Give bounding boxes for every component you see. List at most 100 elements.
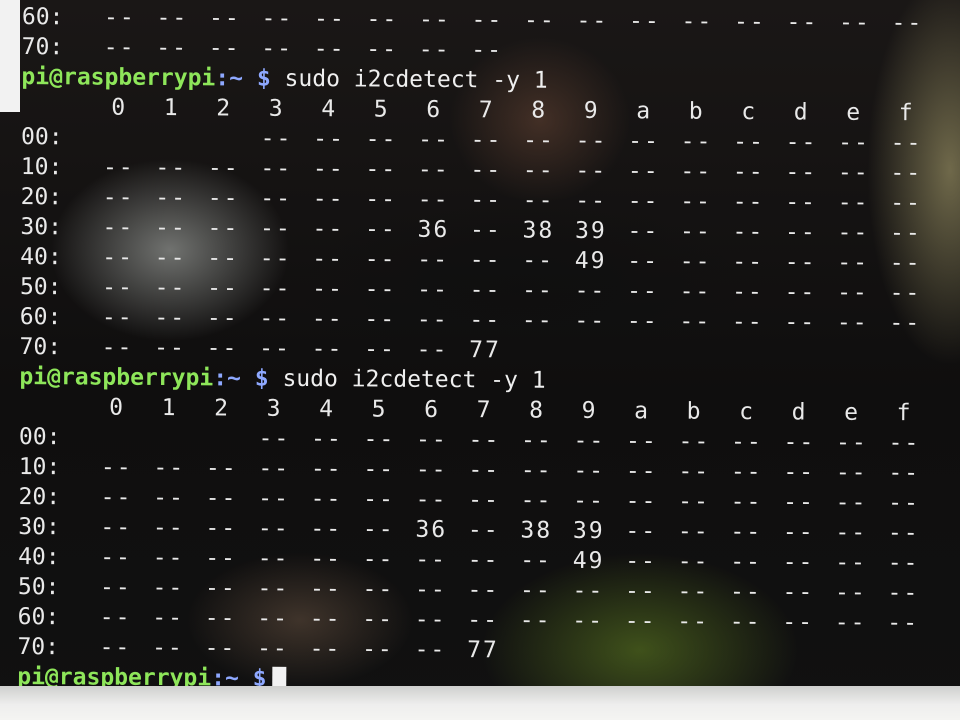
row-label: 60: <box>21 3 64 31</box>
empty-address-cell: -- <box>313 126 345 153</box>
column-header: 3 <box>268 95 285 122</box>
empty-address-cell: -- <box>99 634 132 661</box>
empty-address-cell: -- <box>467 607 500 634</box>
row-label: 70: <box>17 633 60 661</box>
empty-address-cell: -- <box>260 125 293 152</box>
empty-address-cell: -- <box>887 610 920 637</box>
empty-address-cell: -- <box>205 515 238 542</box>
empty-address-cell: -- <box>259 245 292 272</box>
device-address-cell: 49 <box>572 547 605 575</box>
empty-address-cell: -- <box>414 606 447 633</box>
empty-address-cell: -- <box>100 454 133 481</box>
device-address-cell: 36 <box>415 516 448 543</box>
column-header: 1 <box>163 94 180 122</box>
empty-address-cell: -- <box>312 246 345 273</box>
empty-address-cell: -- <box>418 6 451 33</box>
empty-address-cell: -- <box>205 455 238 482</box>
empty-address-cell: -- <box>680 128 713 155</box>
empty-address-cell: -- <box>362 516 395 543</box>
empty-address-cell <box>202 423 242 453</box>
column-header: 2 <box>214 395 231 422</box>
empty-address-cell: -- <box>470 157 503 184</box>
prompt-path: :~ $ <box>213 365 269 392</box>
empty-address-cell: -- <box>889 280 922 307</box>
empty-address-cell: -- <box>259 305 292 332</box>
empty-address-cell: -- <box>364 216 397 243</box>
empty-address-cell: -- <box>154 304 187 332</box>
monitor-bezel-left <box>0 0 20 112</box>
empty-address-cell: -- <box>680 188 713 215</box>
device-address-cell: 39 <box>574 217 607 245</box>
device-address-cell: 38 <box>520 517 553 544</box>
empty-address-cell: -- <box>258 485 290 512</box>
empty-address-cell: -- <box>418 36 451 63</box>
column-header: 6 <box>424 396 441 423</box>
empty-address-cell: -- <box>468 427 501 454</box>
empty-address-cell: -- <box>99 604 132 631</box>
empty-address-cell: -- <box>467 517 500 544</box>
empty-address-cell: -- <box>576 7 609 35</box>
empty-address-cell: -- <box>677 518 710 545</box>
empty-address-cell: -- <box>625 548 658 575</box>
empty-address-cell: -- <box>834 609 867 636</box>
empty-address-cell: -- <box>679 218 712 245</box>
empty-address-cell: -- <box>519 607 552 634</box>
empty-address-cell: -- <box>520 487 553 514</box>
device-address-cell: 77 <box>469 337 502 364</box>
column-header: 1 <box>161 394 178 422</box>
empty-address-cell: -- <box>155 154 188 182</box>
empty-address-cell: -- <box>887 580 920 607</box>
row-label: 20: <box>20 183 63 211</box>
empty-address-cell: -- <box>418 126 450 153</box>
empty-address-cell: -- <box>152 634 184 662</box>
device-address-cell: 36 <box>417 216 450 243</box>
device-address-cell: 39 <box>572 517 605 545</box>
column-header: 8 <box>531 97 548 124</box>
empty-address-cell: -- <box>572 607 605 635</box>
empty-address-cell: -- <box>469 247 502 274</box>
empty-address-cell: -- <box>626 308 659 335</box>
empty-address-cell: -- <box>837 219 870 246</box>
terminal-window[interactable]: 60: -- -- -- -- -- -- -- -- -- -- -- -- -- -- -- -- 70: --… <box>17 2 942 698</box>
empty-address-cell: -- <box>471 37 504 64</box>
empty-address-cell: -- <box>312 156 345 183</box>
empty-address-cell: -- <box>312 216 345 243</box>
empty-address-cell: -- <box>837 159 870 186</box>
empty-address-cell: -- <box>887 550 920 577</box>
empty-address-cell: -- <box>364 246 397 273</box>
empty-address-cell: -- <box>624 578 657 605</box>
column-header: 4 <box>319 396 336 423</box>
empty-address-cell: -- <box>207 155 240 182</box>
photo-of-monitor: 60: -- -- -- -- -- -- -- -- -- -- -- -- -- -- -- -- 70: --… <box>0 0 960 720</box>
empty-address-cell <box>99 123 139 153</box>
column-header: d <box>793 99 810 126</box>
column-header: 6 <box>426 96 443 123</box>
empty-address-cell: -- <box>414 636 447 663</box>
empty-address-cell: -- <box>469 277 502 304</box>
row-label: 70: <box>19 333 62 361</box>
empty-address-cell: -- <box>468 457 501 484</box>
row-label: 20: <box>18 483 61 511</box>
empty-address-cell: -- <box>522 187 555 214</box>
empty-address-cell: -- <box>573 487 605 515</box>
empty-address-cell: -- <box>732 158 765 186</box>
column-header: 4 <box>321 96 338 123</box>
empty-address-cell: -- <box>625 458 658 485</box>
empty-address-cell: -- <box>783 459 816 486</box>
empty-address-cell: -- <box>364 306 397 333</box>
empty-address-cell: -- <box>628 8 661 35</box>
row-label: 10: <box>20 153 63 181</box>
prompt-path: :~ $ <box>215 65 271 92</box>
empty-address-cell: -- <box>467 577 500 604</box>
empty-address-cell: -- <box>257 545 290 572</box>
empty-address-cell: -- <box>365 156 398 183</box>
empty-address-cell: -- <box>835 429 868 456</box>
column-header: a <box>634 398 651 425</box>
empty-address-cell: -- <box>784 309 817 336</box>
empty-address-cell: -- <box>204 605 237 632</box>
empty-address-cell: -- <box>625 428 658 455</box>
empty-address-cell: -- <box>309 576 342 603</box>
empty-address-cell: -- <box>731 308 764 336</box>
empty-address-cell: -- <box>204 575 237 602</box>
empty-address-cell: -- <box>679 278 712 305</box>
